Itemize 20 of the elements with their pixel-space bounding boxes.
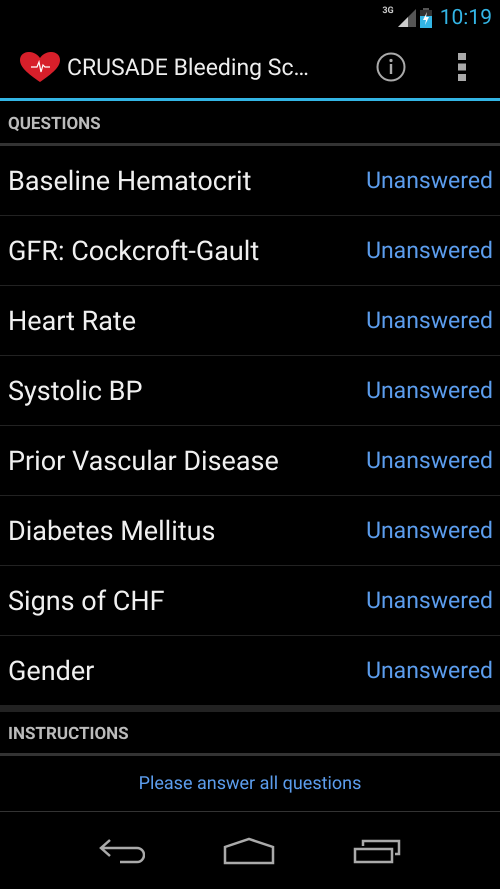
question-row[interactable]: GFR: Cockcroft-Gault Unanswered — [0, 216, 500, 286]
signal-icon — [398, 9, 416, 27]
back-button[interactable] — [99, 838, 145, 864]
question-row[interactable]: Diabetes Mellitus Unanswered — [0, 496, 500, 566]
instruction-text: Please answer all questions — [0, 756, 500, 812]
section-header: QUESTIONS — [0, 101, 500, 146]
app-title: CRUSADE Bleeding Sc… — [67, 54, 310, 80]
section-header: INSTRUCTIONS — [0, 705, 500, 756]
question-row[interactable]: Gender Unanswered — [0, 636, 500, 705]
battery-charging-icon — [420, 8, 432, 28]
heart-logo-icon — [19, 51, 61, 83]
home-button[interactable] — [223, 836, 275, 864]
question-row[interactable]: Prior Vascular Disease Unanswered — [0, 426, 500, 496]
question-row[interactable]: Signs of CHF Unanswered — [0, 566, 500, 636]
question-row[interactable]: Baseline Hematocrit Unanswered — [0, 146, 500, 216]
network-type: 3G — [382, 6, 394, 16]
recent-apps-button[interactable] — [353, 838, 401, 864]
question-row[interactable]: Heart Rate Unanswered — [0, 286, 500, 356]
question-row[interactable]: Systolic BP Unanswered — [0, 356, 500, 426]
clock-time: 10:19 — [440, 6, 492, 30]
